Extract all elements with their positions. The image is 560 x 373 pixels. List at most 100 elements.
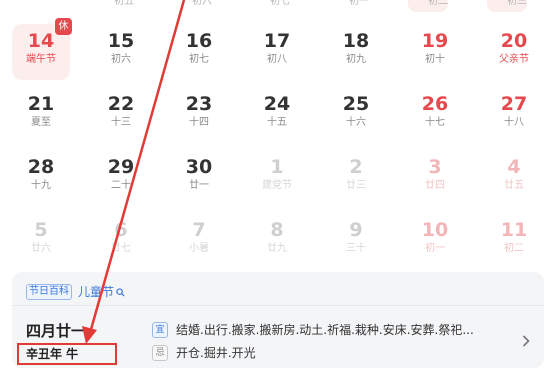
search-icon bbox=[116, 282, 125, 301]
lunar-label: 廿一 bbox=[189, 180, 209, 191]
day-number: 23 bbox=[185, 93, 213, 115]
day-number: 27 bbox=[500, 93, 528, 115]
day-cell[interactable]: 5 廿六 bbox=[12, 213, 70, 269]
lunar-label: 廿四 bbox=[425, 180, 445, 191]
prev-row-label: 初三 bbox=[507, 0, 527, 7]
day-number: 5 bbox=[34, 219, 48, 241]
lunar-label: 初二 bbox=[504, 243, 524, 254]
day-cell[interactable]: 25 十六 bbox=[327, 87, 385, 143]
festival-row[interactable]: 节日百科 儿童节 bbox=[26, 282, 125, 301]
day-cell[interactable]: 19 初十 bbox=[406, 24, 464, 80]
day-number: 26 bbox=[421, 93, 449, 115]
lunar-label: 初八 bbox=[267, 54, 287, 65]
day-cell[interactable]: 4 廿五 bbox=[485, 150, 543, 206]
yi-row: 宜 结婚.出行.搬家.搬新房.动土.祈福.栽种.安床.安葬.祭祀... bbox=[152, 321, 506, 338]
lunar-label: 十六 bbox=[346, 117, 366, 128]
day-cell[interactable]: 8 廿九 bbox=[248, 213, 306, 269]
day-cell[interactable]: 2 廿三 bbox=[327, 150, 385, 206]
prev-row-label: 初一 bbox=[349, 0, 369, 7]
prev-row-label: 初六 bbox=[192, 0, 212, 7]
day-cell[interactable]: 3 廿四 bbox=[406, 150, 464, 206]
lunar-label: 初七 bbox=[189, 54, 209, 65]
lunar-label: 十七 bbox=[425, 117, 445, 128]
yi-tag: 宜 bbox=[152, 321, 168, 338]
day-number: 21 bbox=[27, 93, 55, 115]
lunar-label: 十八 bbox=[504, 117, 524, 128]
festival-encyclopedia-tag: 节日百科 bbox=[26, 283, 72, 300]
day-number: 9 bbox=[349, 219, 363, 241]
lunar-label: 廿五 bbox=[504, 180, 524, 191]
day-cell[interactable]: 29 二十 bbox=[92, 150, 150, 206]
day-cell[interactable]: 1 建党节 bbox=[248, 150, 306, 206]
lunar-date: 四月廿一 bbox=[26, 322, 87, 340]
day-cell[interactable]: 27 十八 bbox=[485, 87, 543, 143]
day-cell[interactable]: 24 十五 bbox=[248, 87, 306, 143]
lunar-label: 廿六 bbox=[31, 243, 51, 254]
ji-row: 忌 开仓.掘井.开光 bbox=[152, 344, 506, 361]
calendar-grid: 14 端午节休 15 初六 16 初七 17 初八 18 初九 19 初十 20 父亲节 21 夏至 22 十三 2… bbox=[0, 0, 560, 270]
lunar-label: 二十 bbox=[111, 180, 131, 191]
lunar-label: 初十 bbox=[425, 54, 445, 65]
lunar-label: 十三 bbox=[111, 117, 131, 128]
yi-text: 结婚.出行.搬家.搬新房.动土.祈福.栽种.安床.安葬.祭祀... bbox=[176, 323, 474, 337]
day-cell[interactable]: 30 廿一 bbox=[170, 150, 228, 206]
day-number: 29 bbox=[107, 156, 135, 178]
day-number: 17 bbox=[263, 30, 291, 52]
festival-name-link[interactable]: 儿童节 bbox=[78, 283, 114, 300]
annotation-highlight-box bbox=[17, 343, 117, 365]
day-cell[interactable]: 21 夏至 bbox=[12, 87, 70, 143]
day-cell[interactable]: 26 十七 bbox=[406, 87, 464, 143]
day-cell[interactable]: 10 初一 bbox=[406, 213, 464, 269]
day-cell[interactable]: 15 初六 bbox=[92, 24, 150, 80]
lunar-label: 建党节 bbox=[262, 180, 292, 191]
day-number: 11 bbox=[500, 219, 528, 241]
lunar-label: 三十 bbox=[346, 243, 366, 254]
day-number: 4 bbox=[507, 156, 521, 178]
lunar-label: 廿九 bbox=[267, 243, 287, 254]
day-cell[interactable]: 20 父亲节 bbox=[485, 24, 543, 80]
day-number: 15 bbox=[107, 30, 135, 52]
day-number: 22 bbox=[107, 93, 135, 115]
day-number: 2 bbox=[349, 156, 363, 178]
day-cell[interactable]: 16 初七 bbox=[170, 24, 228, 80]
day-cell[interactable]: 18 初九 bbox=[327, 24, 385, 80]
ji-tag: 忌 bbox=[152, 344, 168, 361]
day-cell[interactable]: 17 初八 bbox=[248, 24, 306, 80]
lunar-label: 廿七 bbox=[111, 243, 131, 254]
lunar-label: 初六 bbox=[111, 54, 131, 65]
day-info-card[interactable]: 节日百科 儿童节 四月廿一 辛丑年 牛 宜 结婚.出行.搬家.搬新房.动土.祈福… bbox=[12, 272, 544, 368]
day-number: 19 bbox=[421, 30, 449, 52]
day-number: 24 bbox=[263, 93, 291, 115]
day-number: 16 bbox=[185, 30, 213, 52]
prev-row-label: 13 bbox=[34, 0, 47, 3]
lunar-label: 夏至 bbox=[31, 117, 51, 128]
prev-row-label: 初七 bbox=[270, 0, 290, 7]
ji-text: 开仓.掘井.开光 bbox=[176, 346, 256, 360]
card-divider bbox=[12, 305, 544, 306]
day-number: 7 bbox=[192, 219, 206, 241]
day-number: 30 bbox=[185, 156, 213, 178]
day-cell[interactable]: 14 端午节 休 bbox=[12, 18, 72, 80]
day-number: 18 bbox=[342, 30, 370, 52]
prev-row-label: 初五 bbox=[114, 0, 134, 7]
lunar-label: 十五 bbox=[267, 117, 287, 128]
lunar-label: 十四 bbox=[189, 117, 209, 128]
lunar-label: 廿三 bbox=[346, 180, 366, 191]
day-number: 6 bbox=[114, 219, 128, 241]
day-cell[interactable]: 11 初二 bbox=[485, 213, 543, 269]
day-number: 28 bbox=[27, 156, 55, 178]
day-number: 20 bbox=[500, 30, 528, 52]
lunar-label: 端午节 bbox=[26, 54, 56, 65]
day-cell[interactable]: 9 三十 bbox=[327, 213, 385, 269]
chevron-right-icon[interactable] bbox=[522, 332, 530, 351]
lunar-label: 十九 bbox=[31, 180, 51, 191]
lunar-label: 小暑 bbox=[189, 243, 209, 254]
day-cell[interactable]: 6 廿七 bbox=[92, 213, 150, 269]
day-cell[interactable]: 28 十九 bbox=[12, 150, 70, 206]
day-number: 1 bbox=[270, 156, 284, 178]
day-cell[interactable]: 7 小暑 bbox=[170, 213, 228, 269]
day-cell[interactable]: 23 十四 bbox=[170, 87, 228, 143]
day-cell[interactable]: 22 十三 bbox=[92, 87, 150, 143]
day-number: 3 bbox=[428, 156, 442, 178]
day-number: 25 bbox=[342, 93, 370, 115]
